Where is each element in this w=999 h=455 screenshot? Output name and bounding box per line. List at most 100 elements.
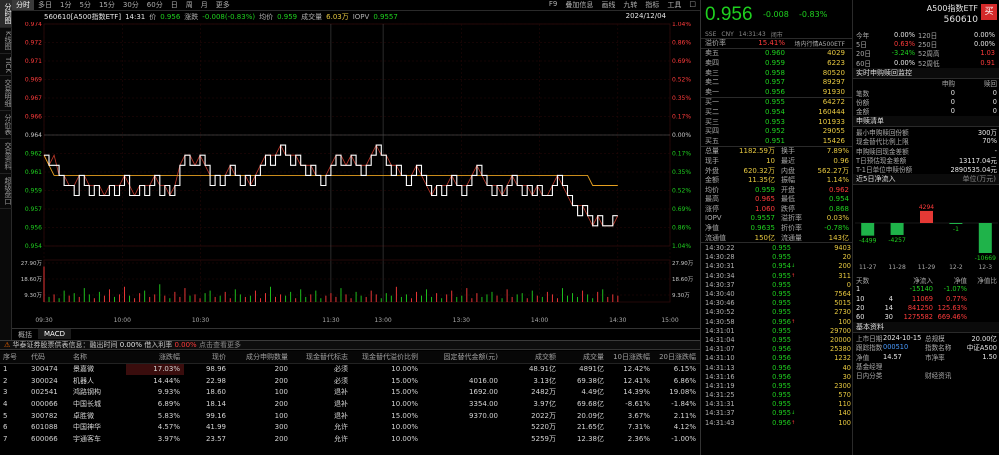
- column-header[interactable]: 现价: [184, 351, 230, 364]
- period-tab[interactable]: 1分: [56, 0, 75, 10]
- x-tick-label: 10:30: [192, 317, 209, 324]
- intraday-chart[interactable]: 0.974 1.04% 0.972 0.86% 0.971 0.69% 0.969 0.52%…: [14, 22, 704, 327]
- table-row[interactable]: 2 300024 机器人 14.44% 22.98 200 必须 15.00% 4016.00 3…: [0, 375, 700, 387]
- toolbar-button[interactable]: 九转: [619, 0, 641, 10]
- order-book-row[interactable]: 买四 0.952 29055: [701, 126, 852, 136]
- y-pct-label: 0.69%: [672, 206, 691, 213]
- table-row[interactable]: 7 600066 宇通客车 3.97% 23.57 200 允许 10.00% 5259万 12.…: [0, 433, 700, 445]
- column-header[interactable]: 名称: [70, 351, 126, 364]
- column-header[interactable]: 10日涨跌幅: [608, 351, 654, 364]
- order-book-row[interactable]: 买二 0.954 160444: [701, 107, 852, 117]
- order-book-row[interactable]: 卖五 0.960 4029: [701, 49, 852, 59]
- column-header[interactable]: 序号: [0, 351, 28, 364]
- book-level-label: 买三: [705, 117, 719, 126]
- table-row[interactable]: 1 300474 景嘉微 17.03% 98.96 200 必须 10.00% 48.91亿 48…: [0, 363, 700, 375]
- tick-time: 14:31:16: [705, 372, 735, 381]
- tick-row: 14:31:01 0.955 29700: [701, 326, 852, 335]
- period-tab[interactable]: 分时: [12, 0, 34, 10]
- more-link[interactable]: 点击查看更多: [199, 341, 241, 349]
- column-header[interactable]: 涨跌幅: [126, 351, 184, 364]
- view-tab[interactable]: 交易资料: [0, 139, 12, 175]
- column-header[interactable]: 固定替代金额(元): [422, 351, 502, 364]
- toolbar-button[interactable]: 指标: [641, 0, 663, 10]
- column-header[interactable]: 现金替代溢价比例: [352, 351, 422, 364]
- period-tab[interactable]: 更多: [212, 0, 234, 10]
- table-cell: 10.00%: [391, 365, 418, 374]
- flow-row: 笔数 0 0: [853, 88, 999, 98]
- order-book-row[interactable]: 卖一 0.956 91930: [701, 87, 852, 97]
- period-tab[interactable]: 60分: [143, 0, 167, 10]
- indicator-tab[interactable]: 概括: [12, 329, 38, 339]
- tick-price: 0.955: [772, 409, 791, 418]
- tick-time: 14:30:34: [705, 271, 735, 280]
- linked-label: 场内行情A500ETF: [794, 40, 845, 48]
- stat-label: 开盘: [781, 185, 795, 194]
- volume-tick-label: 9.30万: [24, 292, 42, 299]
- column-header[interactable]: 现金替代标志: [292, 351, 352, 364]
- footer-link-right[interactable]: 财经资讯: [925, 370, 951, 380]
- stat-row: 现手 10 最近 0.96: [701, 156, 852, 166]
- toolbar-button[interactable]: □: [685, 0, 700, 10]
- column-header[interactable]: 成分申购数量: [230, 351, 292, 364]
- toolbar-button[interactable]: F9: [545, 0, 561, 10]
- basic-cell[interactable]: 000510: [883, 343, 925, 351]
- stat-table-cell: -1.07%: [943, 285, 967, 294]
- tick-row: 14:31:10 0.956 1232: [701, 354, 852, 363]
- period-tab[interactable]: 周: [182, 0, 197, 10]
- column-header[interactable]: 成交额: [502, 351, 560, 364]
- buy-button[interactable]: 买: [981, 4, 997, 20]
- view-tab[interactable]: K线图: [0, 28, 12, 54]
- period-tab[interactable]: 多日: [34, 0, 56, 10]
- quote-header: 0.956 -0.008 -0.83%: [701, 0, 852, 30]
- view-tab[interactable]: 超级盘口: [0, 174, 12, 210]
- order-book-row[interactable]: 卖四 0.959 6223: [701, 58, 852, 68]
- stat-value: -0.78%: [824, 224, 849, 233]
- column-header[interactable]: 代码: [28, 351, 70, 364]
- indicator-tab[interactable]: MACD: [38, 329, 71, 339]
- table-row[interactable]: 4 000066 中国长城 6.89% 18.14 200 退补 10.00% 3354.00 3…: [0, 398, 700, 410]
- netflow-value-label: 4294: [919, 204, 934, 211]
- table-row[interactable]: 3 002541 鸿路钢构 9.93% 18.60 100 退补 15.00% 1692.00 2…: [0, 386, 700, 398]
- table-cell: 鸿路钢构: [73, 388, 101, 397]
- table-cell: 3: [3, 388, 8, 397]
- period-tab[interactable]: 月: [197, 0, 212, 10]
- table-cell: 1692.00: [469, 388, 498, 397]
- table-cell: 中国神华: [73, 423, 101, 432]
- period-tab[interactable]: 日: [167, 0, 182, 10]
- column-header[interactable]: 20日涨跌幅: [654, 351, 700, 364]
- price-value: 0.956: [160, 13, 181, 21]
- order-book-row[interactable]: 买一 0.955 64272: [701, 98, 852, 108]
- flow-row: 份额 0 0: [853, 97, 999, 107]
- footer-link-left[interactable]: 日内分类: [853, 370, 925, 380]
- stat-label: 最低: [781, 195, 795, 204]
- table-row[interactable]: 6 601088 中国神华 4.57% 41.99 300 允许 10.00% 5220万 21.…: [0, 421, 700, 433]
- tick-list[interactable]: 14:30:22 0.955 9403 14:30:28 0.955 20 14:30:31…: [701, 242, 852, 427]
- period-tab[interactable]: 15分: [95, 0, 119, 10]
- table-cell: 必须: [334, 376, 348, 385]
- toolbar-button[interactable]: 叠加信息: [561, 0, 597, 10]
- y-tick-label: 0.964: [25, 132, 42, 139]
- table-row[interactable]: 5 300782 卓胜微 5.83% 99.16 100 退补 15.00% 9370.00 20…: [0, 410, 700, 422]
- stat-value: 0.96: [833, 156, 849, 165]
- stat-label: 净值: [705, 224, 719, 233]
- tick-time: 14:30:37: [705, 280, 735, 289]
- view-tab[interactable]: 分时图: [0, 0, 12, 28]
- toolbar-button[interactable]: 工具: [663, 0, 685, 10]
- toolbar-button[interactable]: 画线: [597, 0, 619, 10]
- view-tab[interactable]: 交易明细: [0, 76, 12, 112]
- period-tab[interactable]: 5分: [75, 0, 94, 10]
- order-book-row[interactable]: 买五 0.951 15426: [701, 136, 852, 146]
- column-header[interactable]: 成交量: [560, 351, 608, 364]
- flow-red: 0: [992, 98, 997, 107]
- order-book-row[interactable]: 卖三 0.958 80520: [701, 68, 852, 78]
- stat-table-cell: 11069: [912, 294, 933, 303]
- netflow-title-row: 近5日净流入 单位(万元): [853, 174, 999, 186]
- quote-meta-item: SSE: [705, 30, 717, 38]
- order-book-row[interactable]: 卖二 0.957 89297: [701, 77, 852, 87]
- view-tab[interactable]: TICK: [0, 54, 12, 77]
- table-cell: 10.00%: [391, 434, 418, 443]
- order-book-row[interactable]: 买三 0.953 101933: [701, 117, 852, 127]
- view-tab[interactable]: 分价表: [0, 111, 12, 140]
- period-tab[interactable]: 30分: [119, 0, 143, 10]
- tick-time: 14:31:19: [705, 381, 735, 390]
